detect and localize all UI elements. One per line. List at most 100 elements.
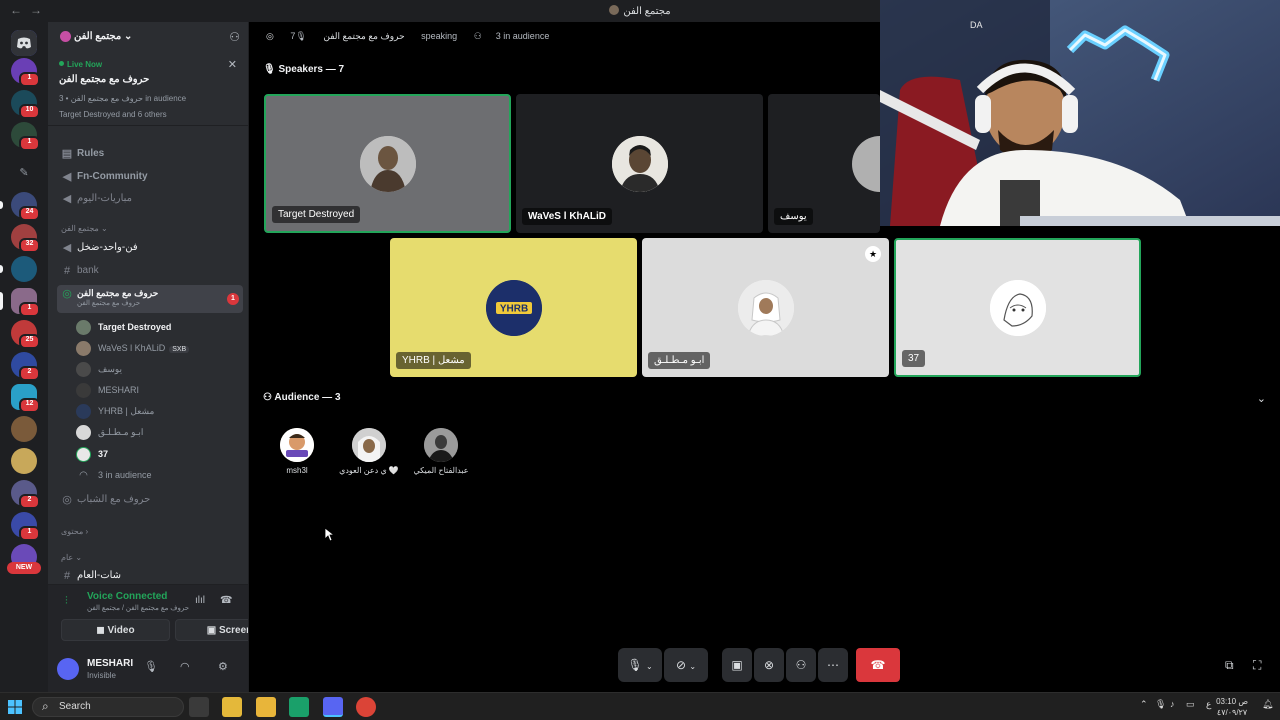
taskbar-clock[interactable]: 03:10 ص ٤٧/٠٩/٢٧: [1216, 696, 1248, 718]
battery-icon[interactable]: ▭: [1186, 699, 1195, 710]
voice-user[interactable]: YHRB | مشعل: [76, 402, 246, 421]
close-icon[interactable]: ✕: [228, 58, 237, 71]
server-name: مجتمع الفن ⌄: [74, 31, 133, 42]
speaker-tile[interactable]: يوسف: [768, 94, 880, 233]
avatar: [76, 362, 91, 377]
speaker-tile[interactable]: Target Destroyed: [264, 94, 511, 233]
audience-member[interactable]: msh3l: [267, 428, 327, 475]
server-icon[interactable]: [0, 256, 37, 282]
stage-title: حروف مع مجتمع الفن: [323, 31, 405, 41]
popout-icon[interactable]: ⧉: [1225, 658, 1234, 673]
server-icon[interactable]: 32: [11, 224, 40, 253]
server-icon[interactable]: 24: [0, 192, 40, 221]
channel-stage-active[interactable]: ◎ حروف مع مجتمع الفن حروف مع مجتمع الفن …: [57, 285, 243, 313]
settings-gear-icon[interactable]: ⚙: [218, 660, 228, 673]
server-icon[interactable]: 1: [11, 512, 40, 541]
file-explorer-icon[interactable]: [256, 697, 276, 717]
avatar[interactable]: [57, 658, 79, 680]
camera-off-icon: ⊘: [675, 658, 686, 672]
server-icon[interactable]: 12: [11, 384, 40, 413]
user-panel: MESHARI Invisible 🎙︎ ◠ ⚙: [48, 650, 248, 692]
server-icon[interactable]: [11, 416, 37, 442]
chrome-icon[interactable]: [356, 697, 376, 717]
channel-matches[interactable]: ◀ مباريات-اليوم: [57, 189, 243, 209]
voice-user[interactable]: ابـو مـطـلـق: [76, 423, 246, 442]
voice-user[interactable]: Target Destroyed: [76, 318, 246, 337]
server-icon[interactable]: 2: [11, 352, 40, 381]
screen-icon: ▣: [206, 625, 217, 636]
add-member-icon[interactable]: ⚇: [229, 30, 240, 44]
chevron-down-icon[interactable]: ⌄: [1257, 392, 1266, 405]
noise-suppression-icon[interactable]: ılıl: [195, 595, 205, 606]
channel-chat[interactable]: # شات-العام: [57, 566, 243, 586]
webcam-feed-image: DA: [880, 0, 1280, 226]
server-icon[interactable]: 10: [11, 90, 40, 119]
username[interactable]: MESHARI: [87, 658, 133, 669]
voice-user[interactable]: MESHARI: [76, 381, 246, 400]
mic-tray-icon[interactable]: 🎙︎: [1155, 699, 1166, 710]
voice-user[interactable]: WaVeS l KhALiD SXB: [76, 339, 246, 358]
more-options-button[interactable]: ⋯: [818, 648, 848, 682]
avatar: [989, 279, 1046, 336]
voice-connected-status[interactable]: Voice Connected: [87, 591, 167, 602]
camera-toggle[interactable]: ⊘ ⌄: [664, 648, 708, 682]
pin-icon[interactable]: ✎: [11, 160, 37, 186]
channel-fn-community[interactable]: ◀ Fn-Community: [57, 167, 243, 187]
avatar: [76, 447, 91, 462]
activities-button[interactable]: ⊗: [754, 648, 784, 682]
hashtag-icon: #: [63, 265, 71, 277]
avatar: [359, 135, 416, 192]
speaker-tile[interactable]: 37: [894, 238, 1141, 377]
channel-rules[interactable]: ▤ Rules: [57, 144, 243, 164]
audience-count: ◠ 3 in audience: [76, 466, 246, 485]
channel-item[interactable]: ◀ فن-واحد-ضخل: [57, 238, 243, 258]
disconnect-icon[interactable]: ☎: [220, 595, 232, 606]
speaker-tile[interactable]: WaVeS l KhALiD: [516, 94, 763, 233]
screen-share-button[interactable]: ▣ Screen: [175, 619, 248, 641]
notification-bell-icon[interactable]: 🔔︎: [1262, 699, 1273, 710]
tray-chevron-icon[interactable]: ⌃: [1140, 699, 1148, 710]
store-icon[interactable]: [222, 697, 242, 717]
avatar: [611, 135, 668, 192]
audience-member[interactable]: ي دعن العودي 🤍: [339, 428, 399, 475]
speaker-tile[interactable]: ★ ابـو مـطـلـق: [642, 238, 889, 377]
server-header[interactable]: مجتمع الفن ⌄ ⚇: [48, 22, 248, 52]
language-icon[interactable]: ع: [1206, 699, 1211, 710]
stage-icon: ◎: [62, 494, 72, 506]
server-icon[interactable]: [11, 448, 37, 474]
avatar: [76, 383, 91, 398]
category-header[interactable]: مجتمع الفن ⌄: [61, 224, 108, 233]
server-icon[interactable]: 2: [11, 480, 40, 509]
category-header[interactable]: عام ⌄: [61, 553, 82, 562]
share-screen-button[interactable]: ▣: [722, 648, 752, 682]
screen-share-icon: ▣: [731, 658, 743, 672]
discord-home-icon[interactable]: [11, 30, 37, 56]
server-icon[interactable]: 1: [11, 58, 40, 87]
invite-button[interactable]: ⚇: [786, 648, 816, 682]
voice-user[interactable]: يوسف: [76, 360, 246, 379]
voice-user[interactable]: 37: [76, 445, 246, 464]
microphone-toggle[interactable]: 🎙︎ ⌄: [618, 648, 662, 682]
headphones-icon[interactable]: ◠: [180, 660, 190, 673]
channel-stage[interactable]: ◎ حروف مع الشباب: [57, 490, 243, 510]
server-icon-active[interactable]: 1: [0, 288, 40, 317]
voice-channel-path: حروف مع مجتمع الفن / مجتمع الفن: [87, 605, 190, 612]
speaker-tray-icon[interactable]: ♪: [1170, 699, 1175, 709]
channel-bank[interactable]: # bank: [57, 261, 243, 281]
microphone-icon[interactable]: 🎙︎: [144, 660, 158, 673]
server-icon[interactable]: 25: [11, 320, 40, 349]
app-icon[interactable]: [289, 697, 309, 717]
task-view-icon[interactable]: [189, 697, 209, 717]
leave-stage-button[interactable]: ☎: [856, 648, 900, 682]
taskbar-search[interactable]: Search: [32, 697, 184, 717]
audience-member[interactable]: عبدالفتاح الميكي: [411, 428, 471, 475]
announcement-icon: ◀: [62, 193, 72, 205]
live-stage-card[interactable]: Live Now حروف مع مجتمع الفن حروف مع مجتم…: [48, 56, 248, 126]
category-header[interactable]: محتوى ›: [61, 527, 88, 536]
discord-taskbar-icon[interactable]: [323, 697, 343, 717]
windows-start-icon[interactable]: [8, 700, 22, 714]
video-button[interactable]: ◼ Video: [61, 619, 170, 641]
fullscreen-icon[interactable]: ⛶: [1253, 658, 1261, 673]
speaker-tile[interactable]: YHRB YHRB | مشعل: [390, 238, 637, 377]
server-icon[interactable]: 1: [11, 122, 40, 151]
